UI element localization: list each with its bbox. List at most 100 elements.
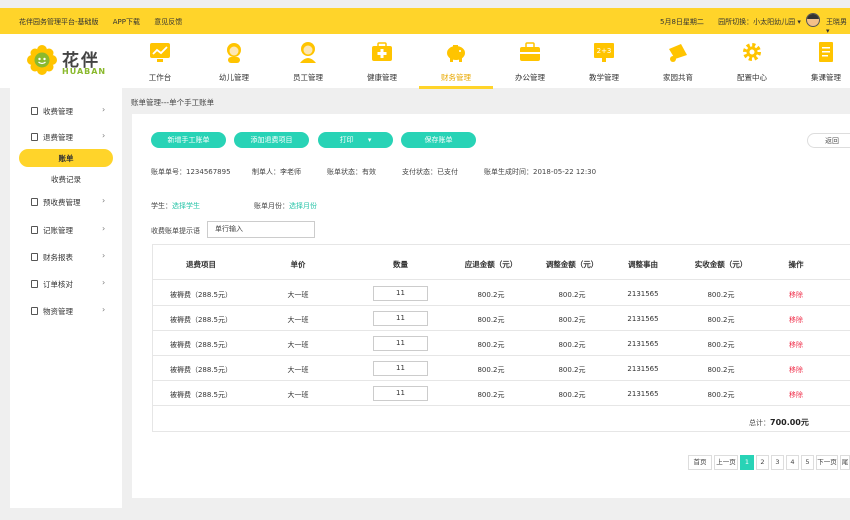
cell-due: 800.2元: [477, 316, 505, 324]
sidebar-item-fee-management[interactable]: 收费管理 ›: [10, 102, 122, 120]
cell-due: 800.2元: [477, 366, 505, 374]
remove-button[interactable]: 移除: [778, 290, 814, 300]
nav-label: 教学管理: [589, 73, 619, 82]
quantity-input[interactable]: 11: [373, 311, 428, 326]
user-menu[interactable]: 王晓男 ▾: [826, 17, 850, 35]
tip-input[interactable]: 单行输入: [207, 221, 315, 238]
nav-office-management[interactable]: 办公管理: [493, 34, 567, 88]
select-student-link[interactable]: 选择学生: [172, 202, 200, 210]
sidebar-item-materials[interactable]: 物资管理 ›: [10, 302, 122, 320]
avatar[interactable]: [806, 13, 820, 27]
briefcase-icon: [520, 42, 540, 61]
sidebar-item-accounting[interactable]: 记账管理 ›: [10, 221, 122, 239]
save-bill-button[interactable]: 保存账单: [401, 132, 476, 148]
chevron-right-icon: ›: [102, 224, 106, 233]
remove-button[interactable]: 移除: [778, 340, 814, 350]
page-first-button[interactable]: 首页: [688, 455, 712, 470]
chevron-right-icon: ›: [102, 305, 106, 314]
bill-number: 账单单号：1234567895: [151, 168, 231, 176]
sidebar-item-finance-reports[interactable]: 财务报表 ›: [10, 248, 122, 266]
page-2-button[interactable]: 2: [756, 455, 769, 470]
sidebar-item-label: 记账管理: [43, 226, 73, 235]
page-1-button[interactable]: 1: [740, 455, 754, 470]
page-next-button[interactable]: 下一页: [816, 455, 838, 470]
sidebar-item-refund-management[interactable]: 退费管理 ›: [10, 128, 122, 146]
print-button[interactable]: 打印 ▾: [318, 132, 393, 148]
main-header: 花伴 HUABAN 工作台 幼儿管理 员工管理 健康管理 财务管理 办公管理 2…: [0, 34, 850, 89]
remove-button[interactable]: 移除: [778, 365, 814, 375]
dashboard-icon: [150, 43, 170, 62]
cell-reason: 2131565: [627, 340, 659, 348]
nav-finance-management[interactable]: 财务管理: [419, 34, 493, 89]
nav-label: 员工管理: [293, 73, 323, 82]
cell-actual: 800.2元: [707, 341, 735, 349]
cell-item: 被褥费（288.5元）: [169, 341, 233, 349]
student-field: 学生：选择学生: [151, 201, 200, 211]
cell-actual: 800.2元: [707, 316, 735, 324]
svg-text:2+3: 2+3: [597, 47, 612, 55]
nav-child-management[interactable]: 幼儿管理: [197, 34, 271, 88]
print-label: 打印: [339, 136, 354, 144]
table-row: 被褥费（288.5元） 大一班 11 800.2元 800.2元 2131565…: [153, 281, 850, 306]
cell-price: 大一班: [287, 291, 309, 299]
ledger-icon: [31, 226, 38, 234]
remove-button[interactable]: 移除: [778, 315, 814, 325]
quantity-input[interactable]: 11: [373, 286, 428, 301]
back-button[interactable]: 返回: [807, 133, 850, 148]
megaphone-icon: [669, 44, 687, 62]
gear-icon: [743, 43, 761, 61]
cell-actual: 800.2元: [707, 391, 735, 399]
sidebar-item-label: 订单核对: [43, 280, 73, 289]
sidebar-item-bill[interactable]: 账单: [19, 149, 113, 167]
page-last-button[interactable]: 尾: [840, 455, 850, 470]
quantity-input[interactable]: 11: [373, 386, 428, 401]
order-icon: [31, 280, 38, 288]
remove-button[interactable]: 移除: [778, 390, 814, 400]
page-prev-button[interactable]: 上一页: [714, 455, 738, 470]
sidebar-item-prepay-management[interactable]: 预收费管理 ›: [10, 193, 122, 211]
cell-due: 800.2元: [477, 341, 505, 349]
cell-price: 大一班: [287, 391, 309, 399]
table-row: 被褥费（288.5元） 大一班 11 800.2元 800.2元 2131565…: [153, 381, 850, 406]
sidebar: 收费管理 › 退费管理 › 账单 收费记录 预收费管理 › 记账管理 › 财务报…: [10, 88, 122, 508]
sidebar-item-label: 退费管理: [43, 133, 73, 142]
cell-reason: 2131565: [627, 390, 659, 398]
nav-class-management[interactable]: 集课管理: [789, 34, 850, 88]
nav-health-management[interactable]: 健康管理: [345, 34, 419, 88]
cell-reason: 2131565: [627, 365, 659, 373]
new-bill-button[interactable]: 新增手工账单: [151, 132, 226, 148]
nav-workbench[interactable]: 工作台: [123, 34, 197, 88]
app-download-link[interactable]: APP下载: [113, 18, 140, 26]
sidebar-item-label: 物资管理: [43, 307, 73, 316]
refund-table: 退费项目 单价 数量 应退金额（元） 调整金额（元） 调整事由 实收金额（元） …: [152, 244, 850, 432]
feedback-link[interactable]: 意见反馈: [154, 18, 182, 26]
select-month-link[interactable]: 选择月份: [289, 202, 317, 210]
sidebar-item-label: 收费管理: [43, 107, 73, 116]
cell-actual: 800.2元: [707, 366, 735, 374]
page-3-button[interactable]: 3: [771, 455, 784, 470]
quantity-input[interactable]: 11: [373, 336, 428, 351]
cell-price: 大一班: [287, 341, 309, 349]
sidebar-item-label: 预收费管理: [43, 198, 81, 207]
column-header: 调整事由: [628, 260, 658, 269]
page-5-button[interactable]: 5: [801, 455, 814, 470]
sidebar-item-fee-records[interactable]: 收费记录: [10, 170, 122, 188]
cell-due: 800.2元: [477, 391, 505, 399]
sidebar-item-order-check[interactable]: 订单核对 ›: [10, 275, 122, 293]
page-4-button[interactable]: 4: [786, 455, 799, 470]
nav-label: 办公管理: [515, 73, 545, 82]
nav-teaching-management[interactable]: 2+3 教学管理: [567, 34, 641, 88]
child-icon: [227, 43, 241, 63]
chevron-right-icon: ›: [102, 196, 106, 205]
column-header: 应退金额（元）: [464, 260, 518, 269]
month-field: 账单月份：选择月份: [254, 201, 317, 211]
nav-config-center[interactable]: 配置中心: [715, 34, 789, 88]
document-icon: [819, 42, 833, 62]
nav-staff-management[interactable]: 员工管理: [271, 34, 345, 88]
add-refund-item-button[interactable]: 添加退费项目: [234, 132, 309, 148]
sidebar-item-label: 收费记录: [51, 175, 81, 184]
kindergarten-switch[interactable]: 园所切换：小太阳幼儿园 ▾: [718, 18, 801, 26]
nav-home-school[interactable]: 家园共育: [641, 34, 715, 88]
nav-label: 家园共育: [663, 73, 693, 82]
quantity-input[interactable]: 11: [373, 361, 428, 376]
